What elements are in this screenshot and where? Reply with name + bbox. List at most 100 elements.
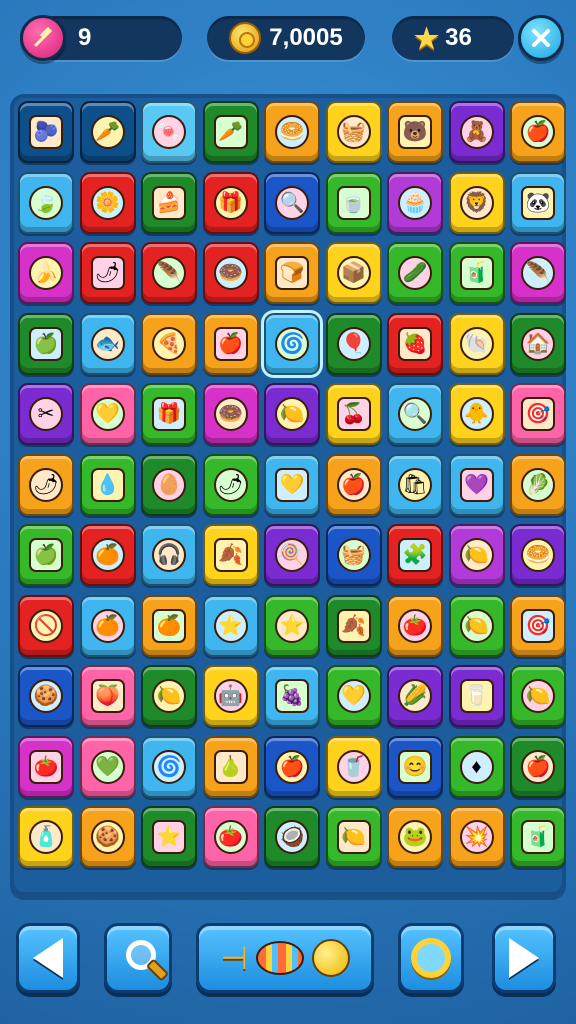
tile[interactable]: 🍊 (141, 594, 197, 657)
tile[interactable]: 🍎 (264, 735, 320, 798)
tile[interactable]: 🪶 (141, 242, 197, 304)
tile[interactable]: 🫐 (18, 101, 74, 163)
tile[interactable]: 🍎 (202, 312, 259, 375)
tile[interactable]: 🍋 (448, 594, 505, 657)
tile[interactable]: 🎯 (510, 594, 566, 657)
tile[interactable]: 🍅 (202, 806, 259, 868)
tile[interactable]: ⭐ (264, 594, 320, 657)
tile[interactable]: 💛 (79, 383, 136, 445)
back-button[interactable] (16, 923, 80, 993)
tile[interactable]: 🍅 (18, 735, 74, 798)
tile[interactable]: 🧃 (448, 242, 505, 304)
tile[interactable]: 🧺 (325, 101, 382, 163)
tile[interactable]: 🥬 (510, 453, 566, 516)
tile[interactable]: 🍰 (141, 171, 197, 234)
tile[interactable]: 💚 (79, 735, 136, 798)
tile[interactable]: 🐟 (79, 312, 136, 375)
tile[interactable]: 🐚 (448, 312, 505, 375)
tile[interactable]: 🧺 (325, 524, 382, 586)
tile[interactable]: 🌼 (79, 171, 136, 234)
tile[interactable]: 🍭 (264, 524, 320, 586)
tile[interactable]: 🔍 (264, 171, 320, 234)
tile[interactable]: 🍊 (79, 594, 136, 657)
tile[interactable]: 🧸 (448, 101, 505, 163)
tile[interactable]: 🍇 (264, 665, 320, 727)
tile[interactable]: 🧃 (510, 806, 566, 868)
tile[interactable]: 🎁 (141, 383, 197, 445)
tile[interactable]: 🍞 (264, 242, 320, 304)
tile[interactable]: 🥕 (79, 101, 136, 163)
tile[interactable]: 🍬 (141, 101, 197, 163)
tile[interactable]: 🍋 (510, 665, 566, 727)
tile[interactable]: 🥒 (387, 242, 443, 304)
tile[interactable]: 🍑 (79, 665, 136, 727)
tile[interactable]: 🤖 (202, 665, 259, 727)
tile[interactable]: ✂ (18, 383, 74, 445)
tile[interactable]: 🧩 (387, 524, 443, 586)
tile[interactable]: ♦ (448, 735, 505, 798)
tools-icon[interactable] (518, 15, 564, 61)
tile[interactable]: 🥚 (141, 453, 197, 516)
tile[interactable]: 💛 (325, 665, 382, 727)
tile[interactable]: 🍋 (325, 806, 382, 868)
tile[interactable]: 🍎 (510, 101, 566, 163)
tile[interactable]: 🥕 (202, 101, 259, 163)
tile[interactable]: 🔍 (387, 383, 443, 445)
hint-button[interactable] (398, 923, 464, 993)
tile[interactable]: 🍩 (202, 242, 259, 304)
next-button[interactable] (492, 923, 556, 993)
tile[interactable]: 🥯 (264, 101, 320, 163)
tile[interactable]: 🍎 (510, 735, 566, 798)
rocket-icon[interactable] (20, 15, 66, 61)
tile[interactable]: 🍕 (141, 312, 197, 375)
tile[interactable]: 🍌 (18, 242, 74, 304)
boosters-button[interactable]: ⊣ (196, 923, 374, 993)
tile[interactable]: 😊 (387, 735, 443, 798)
tile[interactable]: 🍏 (18, 524, 74, 586)
tile[interactable]: 🦁 (448, 171, 505, 234)
tile[interactable]: 💥 (448, 806, 505, 868)
tile[interactable]: ⭐ (141, 806, 197, 868)
tile[interactable]: 🍋 (264, 383, 320, 445)
tile[interactable]: 🐥 (448, 383, 505, 445)
tile[interactable]: 🎯 (510, 383, 566, 445)
tile[interactable]: 🛍 (387, 453, 443, 516)
tile[interactable]: 🚫 (18, 594, 74, 657)
tile[interactable]: 📦 (325, 242, 382, 304)
tile[interactable]: 🥤 (325, 735, 382, 798)
tile[interactable]: 🎁 (202, 171, 259, 234)
search-button[interactable] (104, 923, 172, 993)
tile[interactable]: 🏠 (510, 312, 566, 375)
tile[interactable]: 🍒 (325, 383, 382, 445)
tile[interactable]: 🍪 (18, 665, 74, 727)
tile[interactable]: 🍩 (202, 383, 259, 445)
tile[interactable]: 🍵 (325, 171, 382, 234)
tile[interactable]: 🎈 (325, 312, 382, 375)
tile[interactable]: 🍅 (387, 594, 443, 657)
tile[interactable]: ⭐ (202, 594, 259, 657)
tile[interactable]: 🌀 (141, 735, 197, 798)
tile[interactable]: 🍪 (79, 806, 136, 868)
tile[interactable]: 🐻 (387, 101, 443, 163)
tile[interactable]: 🥛 (448, 665, 505, 727)
tile[interactable]: 🌽 (387, 665, 443, 727)
tile[interactable]: 🐸 (387, 806, 443, 868)
tile[interactable]: 💛 (264, 453, 320, 516)
tile[interactable]: 🍃 (18, 171, 74, 234)
tile[interactable]: 🌶 (202, 453, 259, 516)
tile[interactable]: 🍎 (325, 453, 382, 516)
tile[interactable]: 🍐 (202, 735, 259, 798)
tile[interactable]: 🍊 (79, 524, 136, 586)
tile[interactable]: 🧴 (18, 806, 74, 868)
tile[interactable]: 🍂 (202, 524, 259, 586)
tile[interactable]: 🐼 (510, 171, 566, 234)
tile[interactable]: 🍓 (387, 312, 443, 375)
tile[interactable]: 🎧 (141, 524, 197, 586)
tile[interactable]: 🪶 (510, 242, 566, 304)
tile[interactable]: 🍏 (18, 312, 74, 375)
tile[interactable]: 🍂 (325, 594, 382, 657)
tile[interactable]: 🍋 (141, 665, 197, 727)
tile[interactable]: 🌀 (264, 312, 320, 375)
tile[interactable]: 🌶 (18, 453, 74, 516)
tile[interactable]: 🌶 (79, 242, 136, 304)
